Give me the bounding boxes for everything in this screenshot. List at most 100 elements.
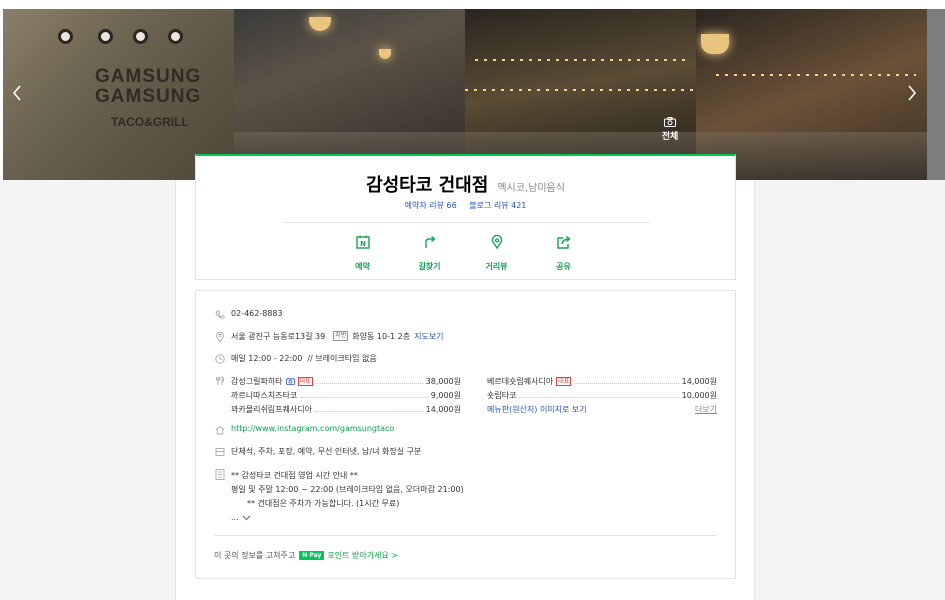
- directions-button[interactable]: 길찾기: [396, 235, 463, 273]
- notice-line: ** 감성타코 건대점 영업 시간 안내 **: [231, 471, 358, 480]
- location-pin-icon: [214, 331, 226, 343]
- edit-info-prompt: 이 곳의 정보를 고쳐주고 N Pay 포인트 받아가세요 >: [214, 550, 398, 561]
- reserve-button[interactable]: N 예약: [329, 235, 396, 273]
- hours-text: 매일 12:00 - 22:00: [231, 354, 303, 363]
- menu-item-price: 9,000원: [430, 391, 461, 400]
- menu-item: 꽈카몰리쉬림프퀘사디아 14,000원: [231, 404, 461, 415]
- hours-note: // 브레이크타임 없음: [307, 354, 377, 363]
- all-photos-label: 전체: [661, 132, 679, 142]
- menu-item-name: 숏립타코: [487, 391, 517, 400]
- amenities-icon: [214, 446, 226, 458]
- blog-review-link[interactable]: 블로그 리뷰 421: [469, 201, 526, 210]
- all-photos-button[interactable]: 전체: [656, 117, 684, 142]
- address-text: 서울 광진구 능동로13길 39: [231, 332, 326, 341]
- notice-ellipsis: ...: [231, 513, 239, 522]
- menu-item: 숏립타코 10,000원: [487, 390, 717, 401]
- gallery-prev-button[interactable]: [6, 78, 28, 108]
- review-links: 예약자 리뷰 66 블로그 리뷰 421: [196, 200, 735, 211]
- amenities-row: 단체석, 주차, 포장, 예약, 무선 인터넷, 남/녀 화장실 구분: [214, 446, 421, 458]
- address-row: 서울 광진구 능동로13길 39 지번 화양동 10-1 2층 지도보기: [214, 331, 444, 343]
- notice-expand[interactable]: ...: [231, 511, 464, 525]
- sign-logo-text: GAMSUNG GAMSUNG: [95, 66, 202, 107]
- share-label: 공유: [556, 262, 571, 271]
- wall-light-decor: [58, 29, 73, 44]
- divider: [214, 535, 717, 536]
- share-icon: [556, 235, 571, 249]
- wall-light-decor: [168, 29, 183, 44]
- place-info-card: 02-462-8883 서울 광진구 능동로13길 39 지번 화양동 10-1…: [195, 290, 736, 579]
- pendant-lamp: [379, 49, 391, 59]
- signature-badge: 대표: [297, 377, 313, 386]
- address-tag: 지번: [333, 331, 349, 341]
- chevron-right-icon: [908, 85, 917, 101]
- notice-icon-holder: [214, 468, 231, 480]
- dotted-leader: [574, 379, 679, 384]
- hours-row: 매일 12:00 - 22:00 // 브레이크타임 없음: [214, 353, 377, 365]
- camera-icon: [664, 117, 676, 127]
- share-button[interactable]: 공유: [530, 235, 597, 273]
- street-view-button[interactable]: 거리뷰: [463, 235, 530, 273]
- gallery-next-button[interactable]: [901, 78, 923, 108]
- string-lights: [716, 74, 916, 76]
- menu-item-name: 베르데숏립퀘사디아: [487, 377, 554, 386]
- chevron-down-icon: [242, 515, 250, 521]
- menu-item-name: 꽈카몰리쉬림프퀘사디아: [231, 405, 312, 414]
- homepage-link[interactable]: http://www.instagram.com/gamsungtaco: [231, 424, 394, 433]
- address-old: 화양동 10-1 2층: [352, 332, 411, 341]
- wall-light-decor: [98, 29, 113, 44]
- map-link[interactable]: 지도보기: [414, 331, 443, 342]
- dotted-leader: [519, 393, 679, 398]
- menu-item-name: 감성그릴파히타: [231, 377, 283, 386]
- place-name: 감성타코 건대점: [366, 175, 489, 196]
- clock-icon: [214, 353, 226, 365]
- gallery-next-photo-edge: [927, 9, 945, 180]
- directions-icon: [424, 235, 436, 248]
- notice-line: ** 건대점은 주차가 가능합니다. (1시간 무료): [247, 499, 400, 508]
- menu-item-price: 14,000원: [425, 405, 461, 414]
- photo-gallery: GAMSUNG GAMSUNG TACO&GRILL 전체: [0, 0, 945, 180]
- place-category: 멕시코,남미음식: [497, 183, 565, 194]
- dotted-leader: [314, 407, 423, 412]
- chevron-left-icon: [12, 85, 21, 101]
- string-lights: [465, 89, 696, 91]
- dotted-leader: [315, 379, 423, 384]
- pendant-lamp: [701, 34, 729, 54]
- menu-item: 까르니따스치즈타코 9,000원: [231, 390, 461, 401]
- street-view-label: 거리뷰: [485, 262, 508, 271]
- menu-item: 베르데숏립퀘사디아 대표 14,000원: [487, 376, 717, 387]
- divider: [282, 222, 650, 223]
- wall-light-decor: [133, 29, 148, 44]
- place-title-card: 감성타코 건대점 멕시코,남미음식 예약자 리뷰 66 블로그 리뷰 421 N…: [195, 154, 736, 280]
- menu-item: 감성그릴파히타 대표 38,000원: [231, 376, 461, 387]
- point-reward-link[interactable]: 포인트 받아가세요 >: [327, 550, 398, 561]
- title-row: 감성타코 건대점 멕시코,남미음식: [196, 171, 735, 197]
- menu-image-link[interactable]: 메뉴판(원산지) 이미지로 보기: [487, 404, 587, 415]
- menu-item-name: 까르니따스치즈타코: [231, 391, 298, 400]
- phone-number[interactable]: 02-462-8883: [231, 309, 283, 318]
- menu-item-price: 10,000원: [681, 391, 717, 400]
- signature-badge: 대표: [556, 377, 572, 386]
- camera-icon: [285, 377, 295, 387]
- menu-utensils-icon: [214, 375, 226, 387]
- menu-image-row: 메뉴판(원산지) 이미지로 보기 더보기: [487, 404, 717, 415]
- amenities-text: 단체석, 주차, 포장, 예약, 무선 인터넷, 남/녀 화장실 구분: [231, 447, 422, 456]
- phone-icon: [214, 309, 226, 321]
- directions-label: 길찾기: [418, 262, 441, 271]
- pendant-lamp: [309, 17, 331, 31]
- svg-text:N: N: [360, 240, 366, 248]
- menu-item-price: 38,000원: [425, 377, 461, 386]
- street-view-icon: [491, 235, 502, 249]
- homepage-row: http://www.instagram.com/gamsungtaco: [214, 424, 394, 436]
- phone-row: 02-462-8883: [214, 309, 283, 321]
- visitor-review-link[interactable]: 예약자 리뷰 66: [405, 201, 457, 210]
- dotted-leader: [300, 393, 428, 398]
- menu-more-link[interactable]: 더보기: [695, 404, 717, 415]
- home-icon: [214, 424, 226, 436]
- sign-sub-text: TACO&GRILL: [111, 115, 189, 129]
- notice-line: 평일 및 주말 12:00 ~ 22:00 (브레이크타임 없음, 오더마감 2…: [231, 485, 464, 494]
- menu-row-icon-holder: [214, 375, 231, 387]
- reserve-label: 예약: [355, 262, 370, 271]
- menu-item-price: 14,000원: [681, 377, 717, 386]
- string-lights: [475, 59, 685, 61]
- npay-badge: N Pay: [299, 551, 325, 560]
